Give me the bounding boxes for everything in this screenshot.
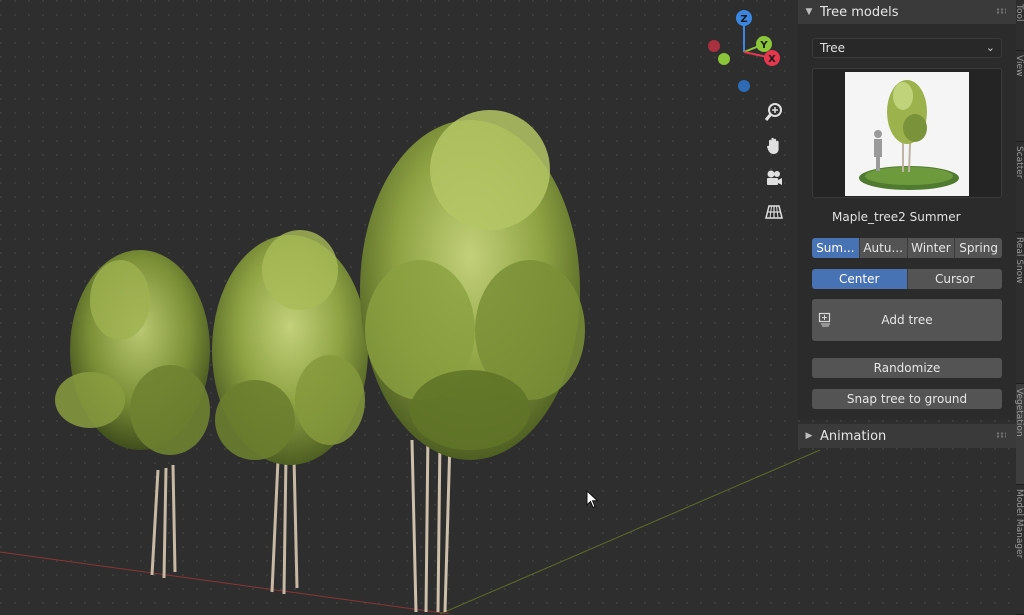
- gizmo-neg-x-dot: [708, 40, 720, 52]
- gizmo-z-label: Z: [740, 14, 747, 25]
- chevron-down-icon: ⌄: [985, 41, 995, 54]
- add-tree-label: Add tree: [881, 313, 933, 327]
- tab-real-snow[interactable]: Real Snow: [1014, 233, 1024, 384]
- snap-to-ground-button[interactable]: Snap tree to ground: [812, 389, 1002, 409]
- y-axis-line: [439, 449, 821, 614]
- placement-selector: Center Cursor: [812, 269, 1002, 289]
- tab-model-manager[interactable]: Model Manager: [1014, 485, 1024, 615]
- panel-title: Tree models: [820, 4, 899, 20]
- animation-panel-header[interactable]: ▶ Animation: [798, 424, 1016, 448]
- tree-left: [55, 250, 210, 579]
- add-tree-button[interactable]: Add tree: [812, 299, 1002, 341]
- gizmo-neg-y-dot: [718, 53, 730, 65]
- drag-grip-icon[interactable]: [996, 8, 1006, 14]
- placement-button-cursor[interactable]: Cursor: [907, 269, 1002, 289]
- hand-pan-icon[interactable]: [760, 132, 788, 160]
- collapse-down-icon: ▼: [805, 7, 813, 17]
- drag-grip-icon[interactable]: [996, 432, 1006, 438]
- season-button-summer[interactable]: Sum...: [812, 238, 860, 258]
- model-name-label: Maple_tree2 Summer: [832, 210, 961, 224]
- model-thumbnail[interactable]: [845, 72, 969, 196]
- category-select-value: Tree: [820, 41, 846, 55]
- camera-icon[interactable]: [760, 164, 788, 192]
- tree-right: [360, 110, 585, 613]
- gizmo-y-label: Y: [759, 40, 768, 51]
- season-button-spring[interactable]: Spring: [955, 238, 1002, 258]
- tab-tool[interactable]: Tool: [1014, 0, 1024, 51]
- randomize-button[interactable]: Randomize: [812, 358, 1002, 378]
- navigation-gizmo[interactable]: Z Y X: [700, 6, 790, 96]
- animation-panel-title: Animation: [820, 428, 887, 444]
- gizmo-neg-z-dot: [738, 80, 750, 92]
- mouse-cursor-icon: [586, 490, 599, 509]
- tree-models-panel-header[interactable]: ▼ Tree models: [798, 0, 1016, 24]
- sidebar-panel: ▼ Tree models Tree ⌄ Maple_tree2 Summer: [798, 0, 1016, 452]
- season-button-winter[interactable]: Winter: [907, 238, 956, 258]
- grid-view-icon[interactable]: [760, 198, 788, 226]
- tab-vegetation[interactable]: Vegetation: [1014, 384, 1024, 485]
- tab-view[interactable]: View: [1014, 51, 1024, 142]
- x-axis-line: [0, 551, 451, 614]
- tree-middle: [212, 230, 368, 595]
- category-select[interactable]: Tree ⌄: [812, 38, 1002, 58]
- season-selector: Sum... Autu... Winter Spring: [812, 238, 1002, 258]
- collapse-right-icon: ▶: [805, 431, 813, 441]
- sidebar-tabs: Tool View Scatter Real Snow Vegetation M…: [1014, 0, 1024, 615]
- model-preview-box[interactable]: [812, 68, 1002, 198]
- gizmo-x-label: X: [768, 54, 776, 65]
- season-button-autumn[interactable]: Autu...: [859, 238, 908, 258]
- zoom-icon[interactable]: [760, 98, 788, 126]
- placement-button-center[interactable]: Center: [812, 269, 908, 289]
- tree-models-panel-body: Tree ⌄ Maple_tree2 Summer Sum... Autu...…: [798, 24, 1016, 420]
- add-object-icon: [818, 312, 831, 327]
- tab-scatter[interactable]: Scatter: [1014, 142, 1024, 233]
